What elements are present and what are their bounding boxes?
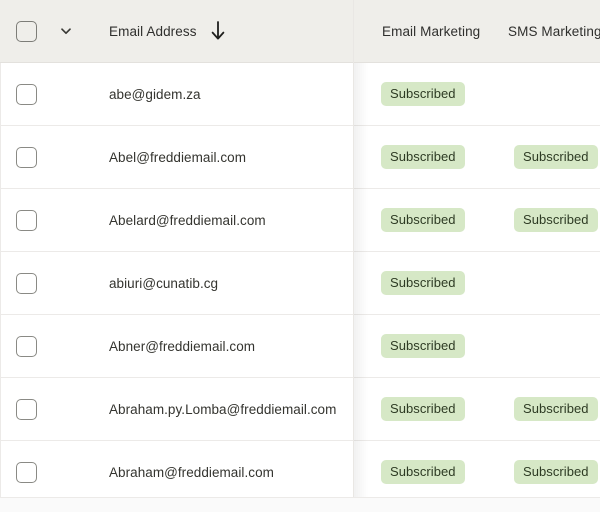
row-select-cell	[0, 189, 100, 251]
row-select-cell	[0, 252, 100, 314]
sms-marketing-status-badge: Subscribed	[514, 397, 598, 421]
sms-marketing-status-badge: Subscribed	[514, 460, 598, 484]
row-checkbox[interactable]	[16, 147, 37, 168]
arrow-down-icon[interactable]	[209, 20, 227, 42]
email-address-text[interactable]: Abner@freddiemail.com	[109, 339, 255, 354]
header-cell-email-address[interactable]: Email Address	[109, 0, 227, 62]
table-row[interactable]: abe@gidem.za Subscribed	[0, 63, 600, 126]
chevron-down-icon[interactable]	[59, 24, 73, 38]
sms-marketing-status-badge: Subscribed	[514, 145, 598, 169]
email-address-text[interactable]: abe@gidem.za	[109, 87, 201, 102]
header-cell-email-marketing[interactable]: Email Marketing	[382, 0, 480, 62]
email-address-text[interactable]: Abraham.py.Lomba@freddiemail.com	[109, 402, 336, 417]
select-all-checkbox[interactable]	[16, 21, 37, 42]
row-select-cell	[0, 63, 100, 125]
email-address-cell: Abel@freddiemail.com	[109, 126, 349, 188]
header-cell-select	[0, 0, 100, 62]
email-address-cell: abe@gidem.za	[109, 63, 349, 125]
table-row[interactable]: Abner@freddiemail.com Subscribed	[0, 315, 600, 378]
email-marketing-cell: Subscribed	[381, 315, 465, 377]
email-address-cell: Abelard@freddiemail.com	[109, 189, 349, 251]
email-marketing-cell: Subscribed	[381, 378, 465, 440]
table-row[interactable]: Abel@freddiemail.com Subscribed Subscribed	[0, 126, 600, 189]
email-address-text[interactable]: Abraham@freddiemail.com	[109, 465, 274, 480]
sms-marketing-cell: Subscribed	[514, 378, 598, 440]
email-address-cell: Abraham@freddiemail.com	[109, 441, 349, 503]
table-row[interactable]: Abraham@freddiemail.com Subscribed Subscri…	[0, 441, 600, 504]
row-checkbox[interactable]	[16, 462, 37, 483]
sms-marketing-cell: Subscribed	[514, 441, 598, 503]
email-marketing-status-badge: Subscribed	[381, 82, 465, 106]
sms-marketing-status-badge: Subscribed	[514, 208, 598, 232]
header-cell-sms-marketing[interactable]: SMS Marketing	[508, 0, 600, 62]
email-marketing-cell: Subscribed	[381, 63, 465, 125]
table-row[interactable]: Abraham.py.Lomba@freddiemail.com Subscrib…	[0, 378, 600, 441]
email-address-cell: Abraham.py.Lomba@freddiemail.com	[109, 378, 349, 440]
row-checkbox[interactable]	[16, 399, 37, 420]
row-checkbox[interactable]	[16, 84, 37, 105]
email-address-text[interactable]: Abel@freddiemail.com	[109, 150, 246, 165]
email-address-cell: Abner@freddiemail.com	[109, 315, 349, 377]
email-marketing-status-badge: Subscribed	[381, 145, 465, 169]
email-marketing-cell: Subscribed	[381, 126, 465, 188]
table-row[interactable]: abiuri@cunatib.cg Subscribed	[0, 252, 600, 315]
email-marketing-cell: Subscribed	[381, 441, 465, 503]
row-select-cell	[0, 126, 100, 188]
email-marketing-status-badge: Subscribed	[381, 208, 465, 232]
email-address-cell: abiuri@cunatib.cg	[109, 252, 349, 314]
email-marketing-status-badge: Subscribed	[381, 334, 465, 358]
sms-marketing-cell: Subscribed	[514, 126, 598, 188]
email-marketing-status-badge: Subscribed	[381, 271, 465, 295]
sms-marketing-cell: Subscribed	[514, 189, 598, 251]
row-checkbox[interactable]	[16, 210, 37, 231]
row-select-cell	[0, 378, 100, 440]
table-body: abe@gidem.zaSubscribedAbel@freddiemail.c…	[0, 63, 600, 504]
header-label-email-marketing: Email Marketing	[382, 24, 480, 39]
row-checkbox[interactable]	[16, 273, 37, 294]
email-marketing-cell: Subscribed	[381, 252, 465, 314]
row-select-cell	[0, 441, 100, 503]
table-footer-strip	[0, 497, 600, 512]
email-marketing-cell: Subscribed	[381, 189, 465, 251]
header-label-sms-marketing: SMS Marketing	[508, 24, 600, 39]
email-marketing-status-badge: Subscribed	[381, 397, 465, 421]
table-left-edge	[0, 63, 1, 497]
header-label-email-address: Email Address	[109, 24, 197, 39]
table-row[interactable]: Abelard@freddiemail.com Subscribed Subscri…	[0, 189, 600, 252]
contacts-table: Email Address Email Marketing SMS Market…	[0, 0, 600, 512]
email-address-text[interactable]: abiuri@cunatib.cg	[109, 276, 218, 291]
table-header-row: Email Address Email Marketing SMS Market…	[0, 0, 600, 63]
email-marketing-status-badge: Subscribed	[381, 460, 465, 484]
row-checkbox[interactable]	[16, 336, 37, 357]
email-address-text[interactable]: Abelard@freddiemail.com	[109, 213, 266, 228]
row-select-cell	[0, 315, 100, 377]
